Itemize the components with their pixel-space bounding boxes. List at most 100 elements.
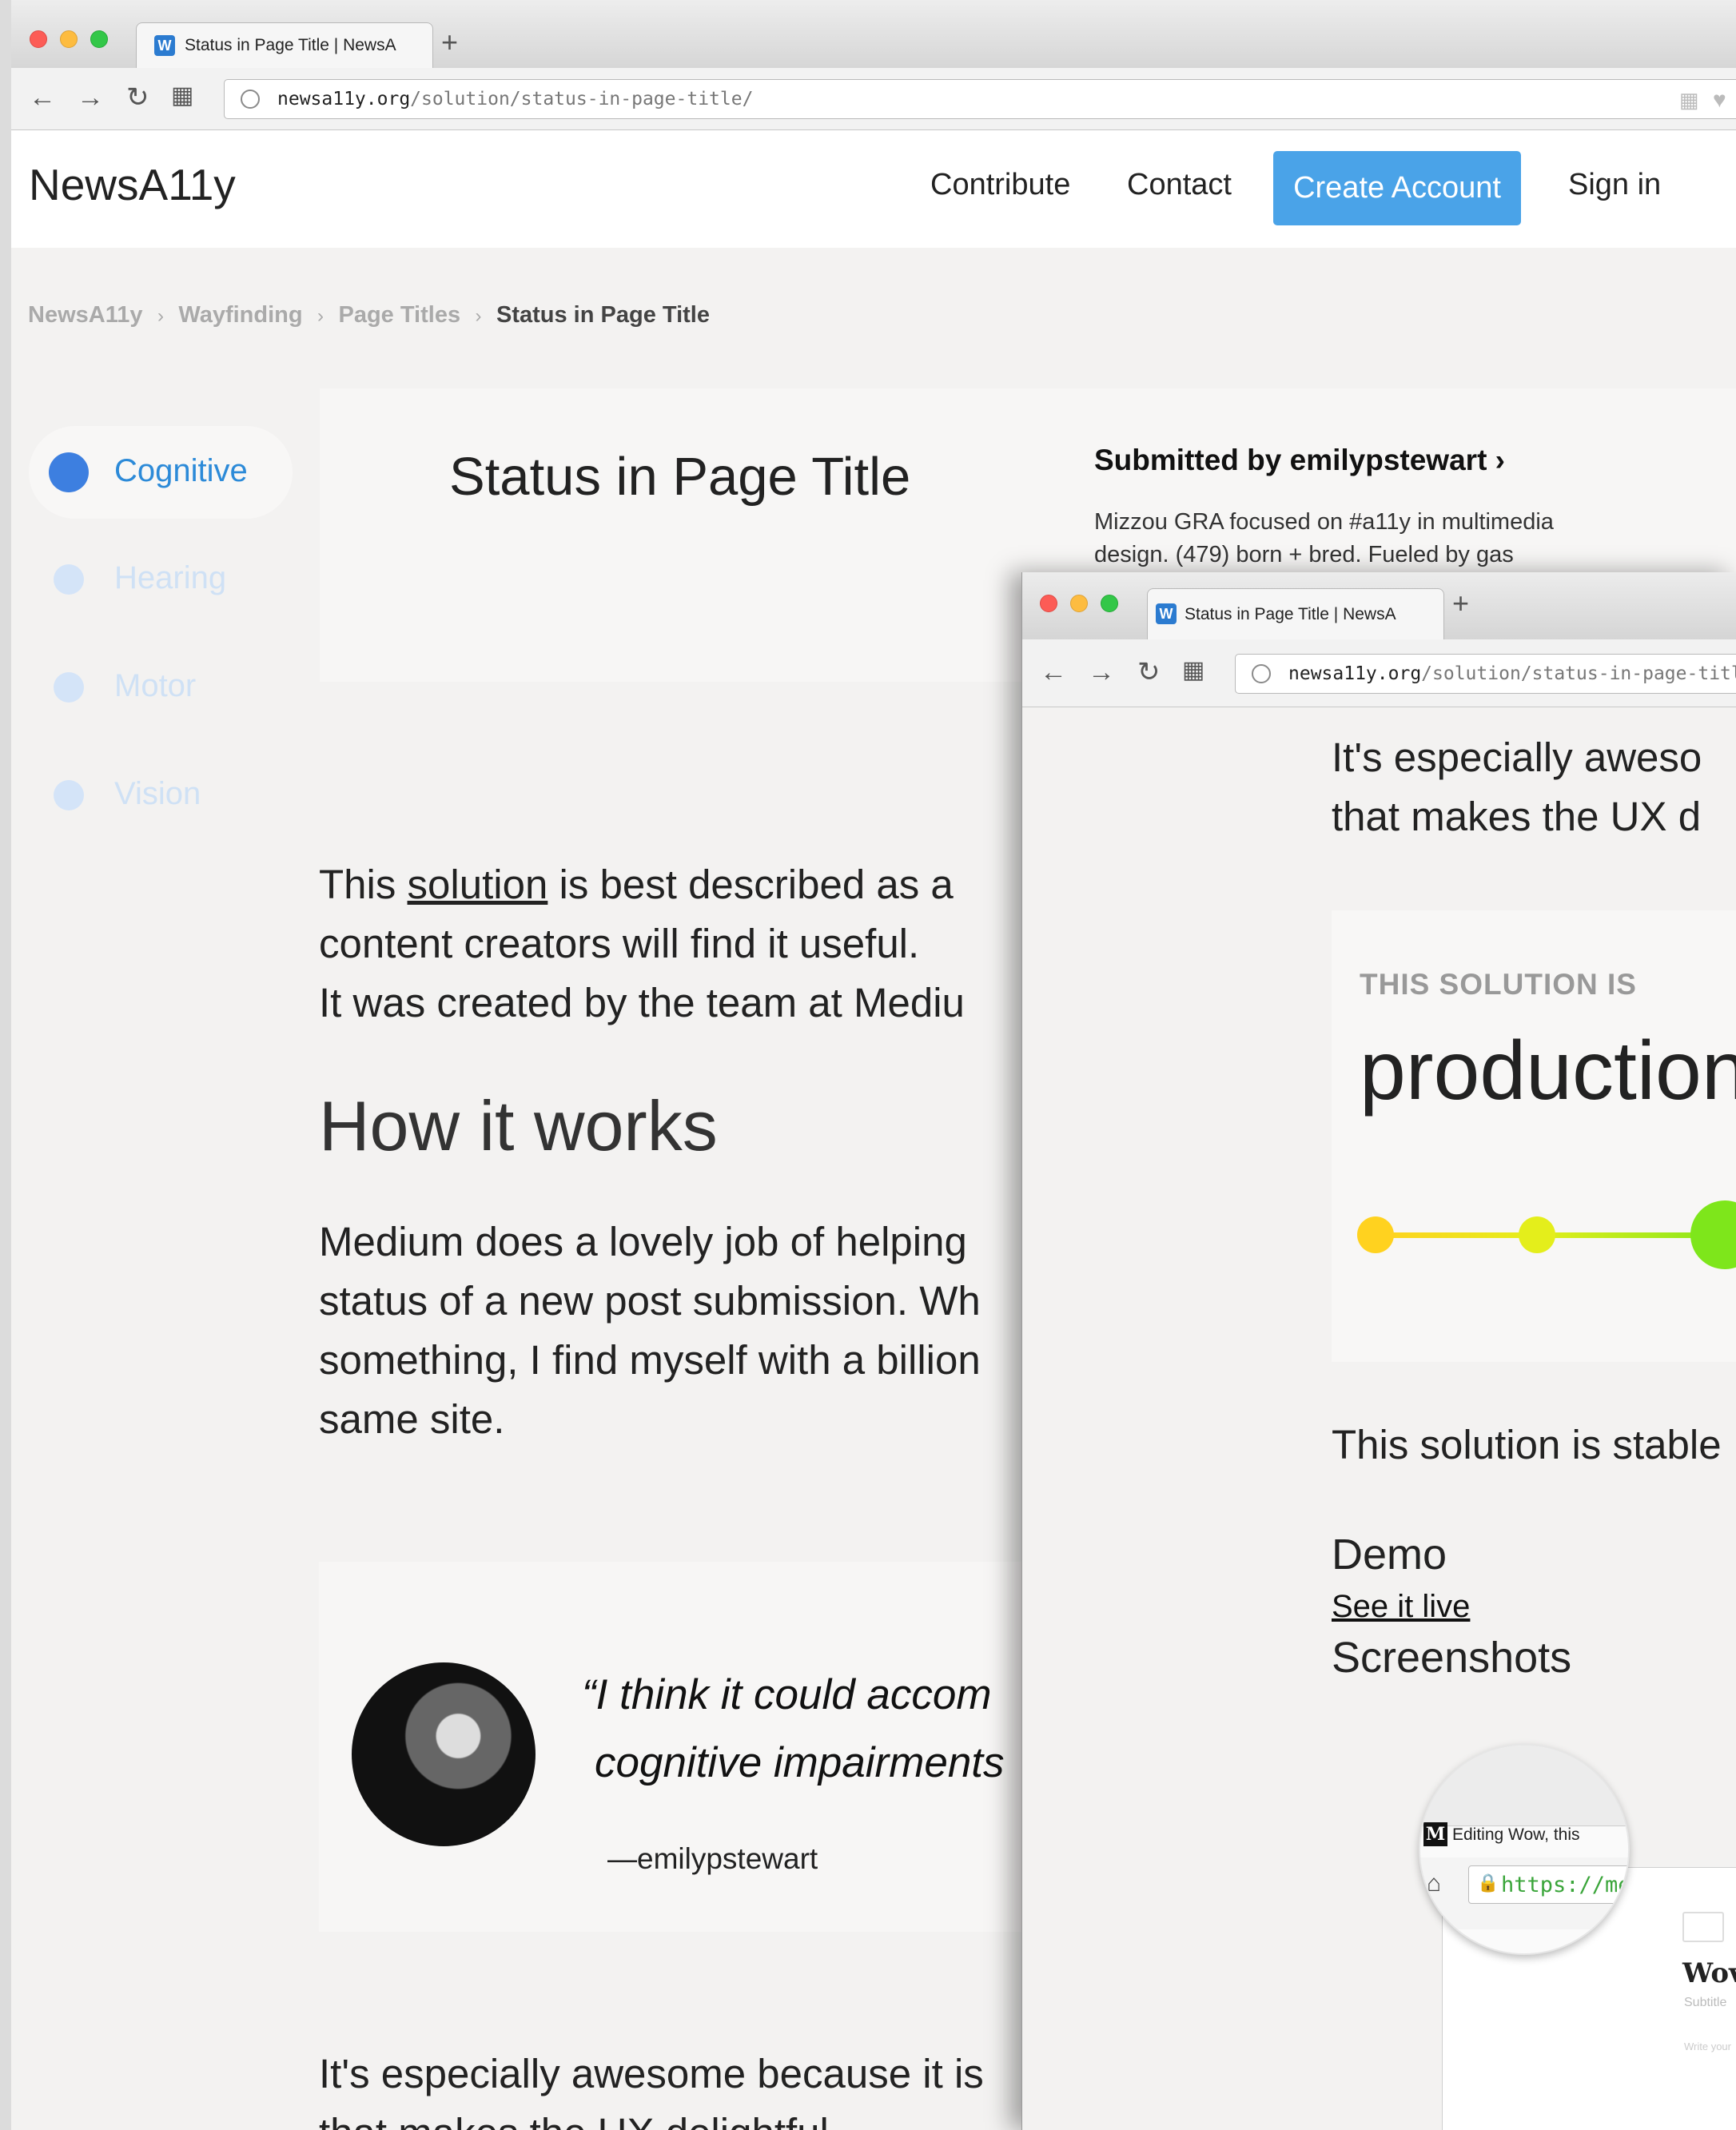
- title-bar: W Status in Page Title | NewsA +: [11, 0, 1736, 69]
- breadcrumb-item-page-titles[interactable]: Page Titles: [339, 302, 461, 328]
- paragraph-line: It's especially aweso: [1332, 735, 1702, 780]
- paragraph-line: status of a new post submission. Wh: [319, 1278, 981, 1324]
- site-logo[interactable]: NewsA11y: [29, 159, 236, 210]
- breadcrumb-item-wayfinding[interactable]: Wayfinding: [178, 302, 302, 328]
- apps-grid-icon[interactable]: ▦: [171, 82, 193, 109]
- intro-text: This: [319, 862, 408, 907]
- zoom-url-text: https://me: [1501, 1873, 1630, 1897]
- sidebar-item-motor[interactable]: Motor: [114, 668, 196, 704]
- browser-toolbar: ← → ↻ ▦ newsa11y.org/solution/status-in-…: [1022, 639, 1736, 707]
- intro-line: It was created by the team at Mediu: [319, 980, 965, 1025]
- page-title: Status in Page Title: [449, 447, 911, 507]
- paragraph-line: Medium does a lovely job of helping: [319, 1219, 967, 1264]
- zoom-window-button[interactable]: [90, 30, 108, 48]
- testimonial-quote-line: “I think it could accom: [582, 1671, 992, 1718]
- wordpress-icon: W: [154, 35, 175, 56]
- image-placeholder-icon: [1682, 1912, 1724, 1942]
- paragraph-line: that makes the UX d: [1332, 794, 1702, 839]
- breadcrumb-separator: ›: [475, 305, 482, 327]
- url-path: /solution/status-in-page-title: [1421, 663, 1736, 684]
- browser-tab[interactable]: W Status in Page Title | NewsA: [1147, 588, 1444, 640]
- forward-arrow-icon[interactable]: →: [1088, 659, 1115, 686]
- bottom-paragraph: It's especially awesome because it is th…: [319, 2044, 984, 2130]
- demo-heading: Demo: [1332, 1531, 1447, 1579]
- zoom-tabbar: [1420, 1746, 1628, 1826]
- screenshot-placeholder: Write your: [1684, 2040, 1731, 2052]
- medium-logo-icon: M: [1423, 1822, 1447, 1846]
- url-text: newsa11y.org/solution/status-in-page-tit…: [1288, 663, 1736, 684]
- zoom-window-button[interactable]: [1101, 595, 1118, 612]
- tab-title: Status in Page Title | NewsA: [185, 36, 396, 54]
- intro-text: is best described as a: [547, 862, 954, 907]
- zoom-address-bar: 🔒 https://me: [1468, 1865, 1630, 1904]
- author-bio-line: Mizzou GRA focused on #a11y in multimedi…: [1094, 509, 1554, 535]
- home-icon: ⌂: [1427, 1870, 1442, 1897]
- extensions-grid-icon[interactable]: ▦: [1679, 86, 1699, 113]
- sidebar-item-hearing[interactable]: Hearing: [114, 560, 226, 596]
- url-host: newsa11y.org: [277, 89, 411, 109]
- sidebar-item-vision[interactable]: Vision: [114, 776, 201, 812]
- title-bar: W Status in Page Title | NewsA +: [1022, 572, 1736, 640]
- cognitive-icon: [49, 452, 89, 492]
- intro-line: content creators will find it useful.: [319, 921, 920, 966]
- close-window-button[interactable]: [1040, 595, 1057, 612]
- avatar: [352, 1662, 536, 1846]
- heart-icon[interactable]: ♥: [1713, 86, 1726, 113]
- forward-arrow-icon[interactable]: →: [77, 84, 104, 111]
- screenshot-zoom-lens: M Editing Wow, this ⌂ 🔒 https://me: [1419, 1744, 1630, 1955]
- breadcrumb: NewsA11y › Wayfinding › Page Titles › St…: [28, 302, 710, 328]
- address-bar[interactable]: newsa11y.org/solution/status-in-page-tit…: [1235, 654, 1736, 694]
- paragraph-line: It's especially awesome because it is: [319, 2051, 984, 2096]
- solution-link[interactable]: solution: [408, 862, 548, 907]
- status-kicker: THIS SOLUTION IS: [1360, 968, 1637, 1001]
- testimonial-quote-line: cognitive impairments: [595, 1739, 1005, 1786]
- address-bar[interactable]: newsa11y.org/solution/status-in-page-tit…: [224, 79, 1736, 119]
- url-path: /solution/status-in-page-title/: [410, 89, 754, 109]
- paragraph-line: same site.: [319, 1396, 505, 1442]
- breadcrumb-separator: ›: [157, 305, 164, 327]
- intro-line: This solution is best described as a: [319, 855, 965, 914]
- intro-paragraph: This solution is best described as a con…: [319, 855, 965, 1033]
- create-account-button[interactable]: Create Account: [1273, 151, 1521, 225]
- new-tab-icon[interactable]: +: [1452, 589, 1469, 618]
- sign-in-link[interactable]: Sign in: [1568, 168, 1661, 202]
- screenshots-heading: Screenshots: [1332, 1634, 1572, 1682]
- sidebar-item-label: Cognitive: [114, 453, 248, 488]
- status-step-dot: [1357, 1216, 1394, 1253]
- apps-grid-icon[interactable]: ▦: [1182, 657, 1204, 684]
- globe-icon: [241, 90, 260, 109]
- stability-text: This solution is stable: [1332, 1422, 1722, 1467]
- see-it-live-link[interactable]: See it live: [1332, 1589, 1470, 1625]
- testimonial-attribution: —emilypstewart: [607, 1842, 818, 1875]
- lock-icon: 🔒: [1477, 1873, 1499, 1893]
- paragraph-line: something, I find myself with a billion: [319, 1337, 981, 1383]
- vision-icon: [54, 780, 84, 810]
- screenshot-subtitle: Subtitle: [1684, 1996, 1727, 2009]
- how-it-works-heading: How it works: [319, 1086, 718, 1165]
- screenshot-heading: Wov: [1682, 1957, 1736, 1989]
- browser-tab[interactable]: W Status in Page Title | NewsA: [136, 22, 433, 69]
- breadcrumb-item-current: Status in Page Title: [496, 302, 710, 328]
- breadcrumb-item-home[interactable]: NewsA11y: [28, 302, 143, 328]
- status-track-segment: [1376, 1232, 1536, 1238]
- nav-contact-link[interactable]: Contact: [1127, 168, 1232, 202]
- reload-icon[interactable]: ↻: [1137, 659, 1161, 686]
- wordpress-icon: W: [1156, 603, 1177, 624]
- back-arrow-icon[interactable]: ←: [29, 84, 56, 111]
- new-tab-icon[interactable]: +: [441, 28, 458, 57]
- submitted-by-link[interactable]: Submitted by emilypstewart ›: [1094, 444, 1505, 477]
- tab-title: Status in Page Title | NewsA: [1185, 605, 1396, 623]
- back-arrow-icon[interactable]: ←: [1040, 659, 1067, 686]
- hearing-icon: [54, 564, 84, 595]
- minimize-window-button[interactable]: [60, 30, 78, 48]
- minimize-window-button[interactable]: [1070, 595, 1088, 612]
- globe-icon: [1252, 664, 1271, 683]
- author-bio: Mizzou GRA focused on #a11y in multimedi…: [1094, 506, 1622, 571]
- nav-contribute-link[interactable]: Contribute: [930, 168, 1070, 202]
- how-it-works-paragraph: Medium does a lovely job of helping stat…: [319, 1212, 981, 1449]
- motor-icon: [54, 672, 84, 703]
- close-window-button[interactable]: [30, 30, 47, 48]
- breadcrumb-separator: ›: [317, 305, 325, 327]
- reload-icon[interactable]: ↻: [126, 84, 149, 111]
- browser-window-overlay: W Status in Page Title | NewsA + ← → ↻ ▦…: [1021, 572, 1736, 2130]
